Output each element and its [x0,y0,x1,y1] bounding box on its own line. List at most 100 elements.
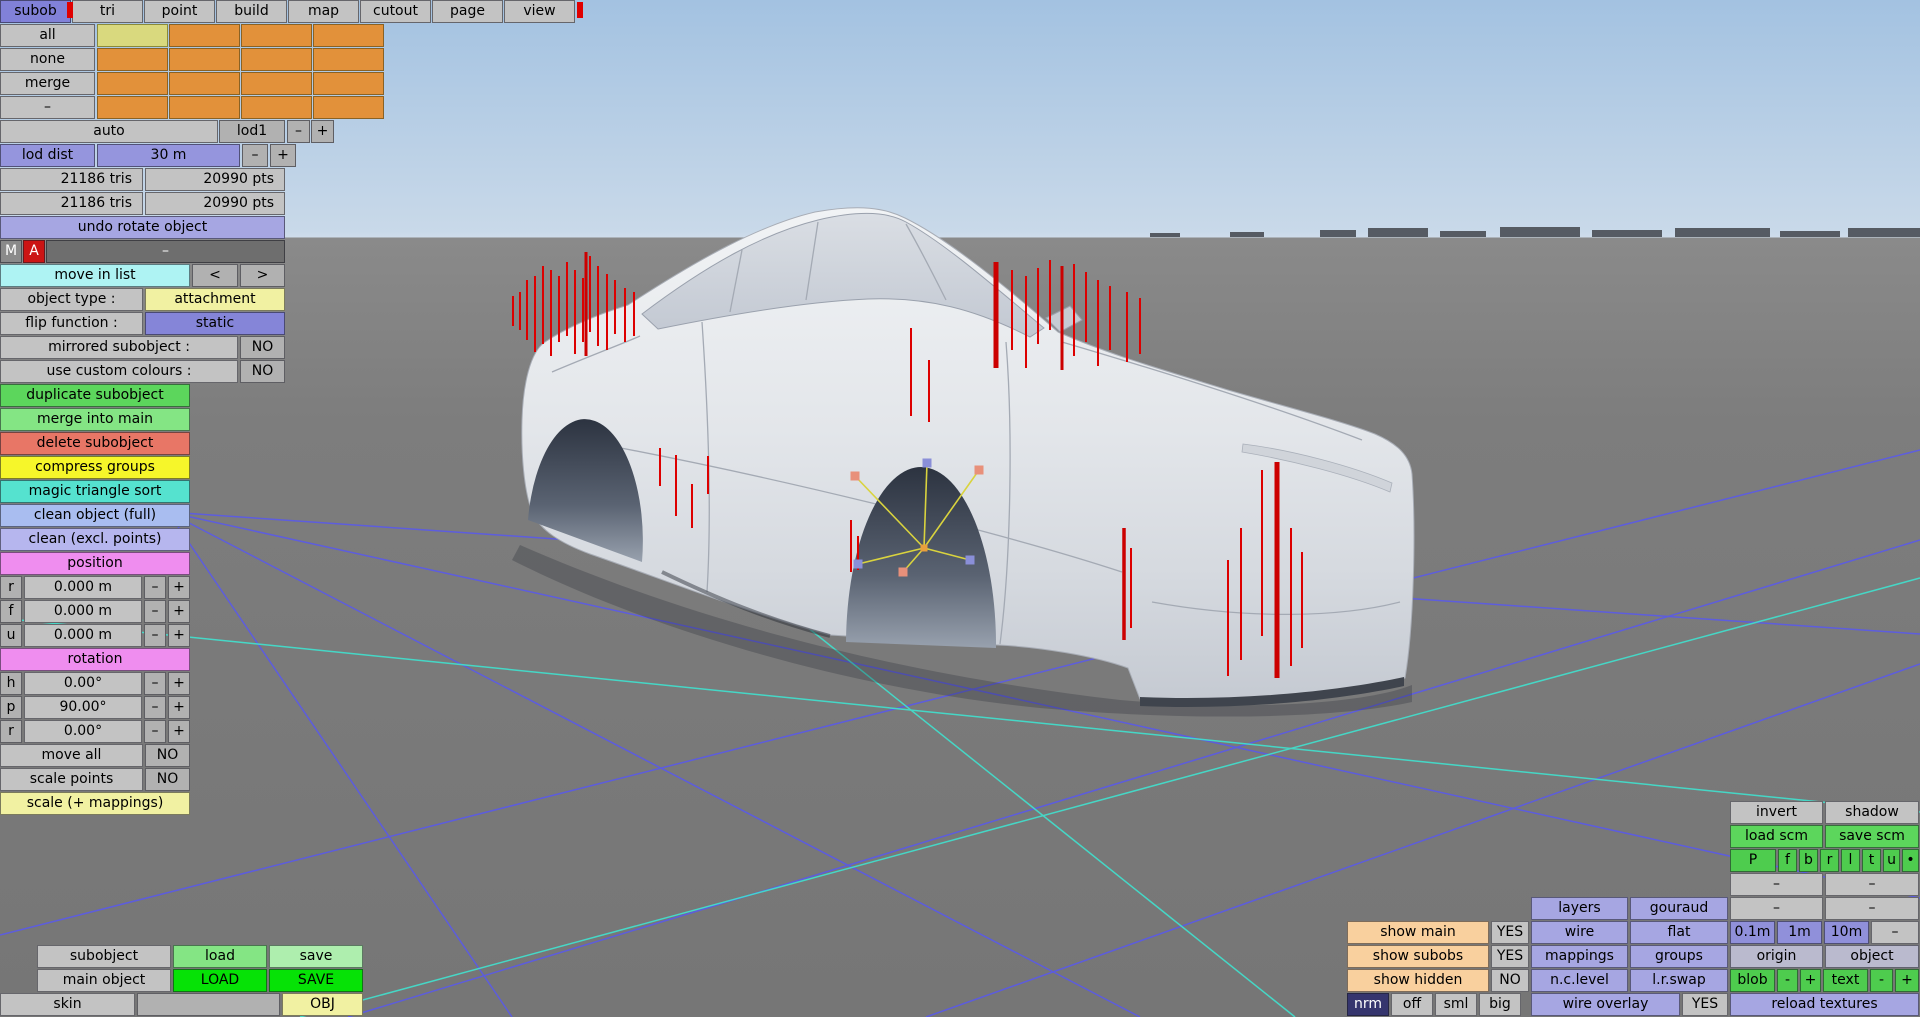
tab-point[interactable]: point [144,0,215,23]
dash-button[interactable]: – [1730,873,1823,896]
lod-dist-plus-button[interactable]: + [270,144,296,167]
main-load-button[interactable]: LOAD [173,969,267,992]
groups-button[interactable]: groups [1630,945,1728,968]
show-hidden-toggle[interactable]: NO [1491,969,1529,992]
lod-dist-minus-button[interactable]: – [242,144,268,167]
blob-plus-button[interactable]: + [1800,969,1821,992]
dash-button[interactable]: – [1825,897,1919,920]
select-none-button[interactable]: none [0,48,95,71]
rotation-h-minus-button[interactable]: – [144,672,166,695]
position-u-minus-button[interactable]: – [144,624,166,647]
obj-export-button[interactable]: OBJ [282,993,363,1016]
rotation-r-value[interactable]: 0.00° [24,720,142,743]
rotation-r-plus-button[interactable]: + [168,720,190,743]
mirrored-subobject-toggle[interactable]: NO [240,336,285,359]
magic-triangle-sort-button[interactable]: magic triangle sort [0,480,190,503]
tab-view[interactable]: view [504,0,575,23]
position-f-value[interactable]: 0.000 m [24,600,142,623]
tab-cutout[interactable]: cutout [360,0,431,23]
position-r-minus-button[interactable]: – [144,576,166,599]
lod-matrix-cell[interactable] [169,24,240,47]
lod-matrix-cell[interactable] [313,48,384,71]
wire-overlay-button[interactable]: wire overlay [1531,993,1680,1016]
mirror-m-cell[interactable]: M [0,240,22,263]
text-minus-button[interactable]: - [1870,969,1893,992]
object-button[interactable]: object [1825,945,1919,968]
skin-slot[interactable] [137,993,280,1016]
blob-minus-button[interactable]: - [1777,969,1798,992]
lod-minus-button[interactable]: – [287,120,310,143]
lod-dist-value[interactable]: 30 m [97,144,240,167]
nrm-sml-button[interactable]: sml [1435,993,1477,1016]
scale-points-toggle[interactable]: NO [145,768,190,791]
tab-map[interactable]: map [288,0,359,23]
position-f-minus-button[interactable]: – [144,600,166,623]
flip-function-value[interactable]: static [145,312,285,335]
delete-subobject-button[interactable]: delete subobject [0,432,190,455]
lod-matrix-cell[interactable] [241,96,312,119]
lod-matrix-cell[interactable] [169,96,240,119]
move-all-toggle[interactable]: NO [145,744,190,767]
lod-matrix-cell[interactable] [169,72,240,95]
origin-button[interactable]: origin [1730,945,1823,968]
lod-matrix-cell[interactable] [97,72,168,95]
text-plus-button[interactable]: + [1895,969,1919,992]
nrm-big-button[interactable]: big [1479,993,1521,1016]
lod-matrix-cell[interactable] [313,24,384,47]
clean-object-full-button[interactable]: clean object (full) [0,504,190,527]
lod-matrix-cell[interactable] [241,48,312,71]
select-merge-button[interactable]: merge [0,72,95,95]
rotation-p-value[interactable]: 90.00° [24,696,142,719]
tab-page[interactable]: page [432,0,503,23]
subobject-save-button[interactable]: save [269,945,363,968]
nrm-button[interactable]: nrm [1347,993,1389,1016]
compress-groups-button[interactable]: compress groups [0,456,190,479]
merge-into-main-button[interactable]: merge into main [0,408,190,431]
lod-matrix-cell[interactable] [169,48,240,71]
wire-overlay-toggle[interactable]: YES [1682,993,1728,1016]
lod-matrix-cell[interactable] [313,72,384,95]
position-r-plus-button[interactable]: + [168,576,190,599]
lod-matrix-cell[interactable] [97,48,168,71]
lod-matrix-cell[interactable] [313,96,384,119]
lod-matrix-cell[interactable] [97,24,168,47]
axis-b-button[interactable]: b [1799,849,1818,872]
object-type-value[interactable]: attachment [145,288,285,311]
mappings-button[interactable]: mappings [1531,945,1628,968]
save-scm-button[interactable]: save scm [1825,825,1919,848]
select-all-button[interactable]: all [0,24,95,47]
scale-mappings-button[interactable]: scale (+ mappings) [0,792,190,815]
blob-button[interactable]: blob [1730,969,1775,992]
undo-rotate-button[interactable]: undo rotate object [0,216,285,239]
axis-f-button[interactable]: f [1778,849,1797,872]
rotation-r-minus-button[interactable]: – [144,720,166,743]
skin-label[interactable]: skin [0,993,135,1016]
main-save-button[interactable]: SAVE [269,969,363,992]
show-subobs-toggle[interactable]: YES [1491,945,1529,968]
wire-button[interactable]: wire [1531,921,1628,944]
nc-level-button[interactable]: n.c.level [1531,969,1628,992]
dash-button[interactable]: – [1825,873,1919,896]
axis-t-button[interactable]: t [1862,849,1881,872]
axis-u-button[interactable]: u [1883,849,1900,872]
text-button[interactable]: text [1823,969,1868,992]
show-main-label[interactable]: show main [1347,921,1489,944]
list-prev-button[interactable]: < [192,264,238,287]
rotation-h-value[interactable]: 0.00° [24,672,142,695]
axis-p-button[interactable]: P [1730,849,1776,872]
invert-button[interactable]: invert [1730,801,1823,824]
show-hidden-label[interactable]: show hidden [1347,969,1489,992]
grid-01m-button[interactable]: 0.1m [1730,921,1775,944]
tab-subob[interactable]: subob [0,0,71,23]
dash-button[interactable]: – [1730,897,1823,920]
load-scm-button[interactable]: load scm [1730,825,1823,848]
show-subobs-label[interactable]: show subobs [1347,945,1489,968]
shadow-button[interactable]: shadow [1825,801,1919,824]
use-custom-colours-toggle[interactable]: NO [240,360,285,383]
lod-matrix-cell[interactable] [241,24,312,47]
axis-r-button[interactable]: r [1820,849,1839,872]
tab-build[interactable]: build [216,0,287,23]
rotation-h-plus-button[interactable]: + [168,672,190,695]
duplicate-subobject-button[interactable]: duplicate subobject [0,384,190,407]
position-u-value[interactable]: 0.000 m [24,624,142,647]
